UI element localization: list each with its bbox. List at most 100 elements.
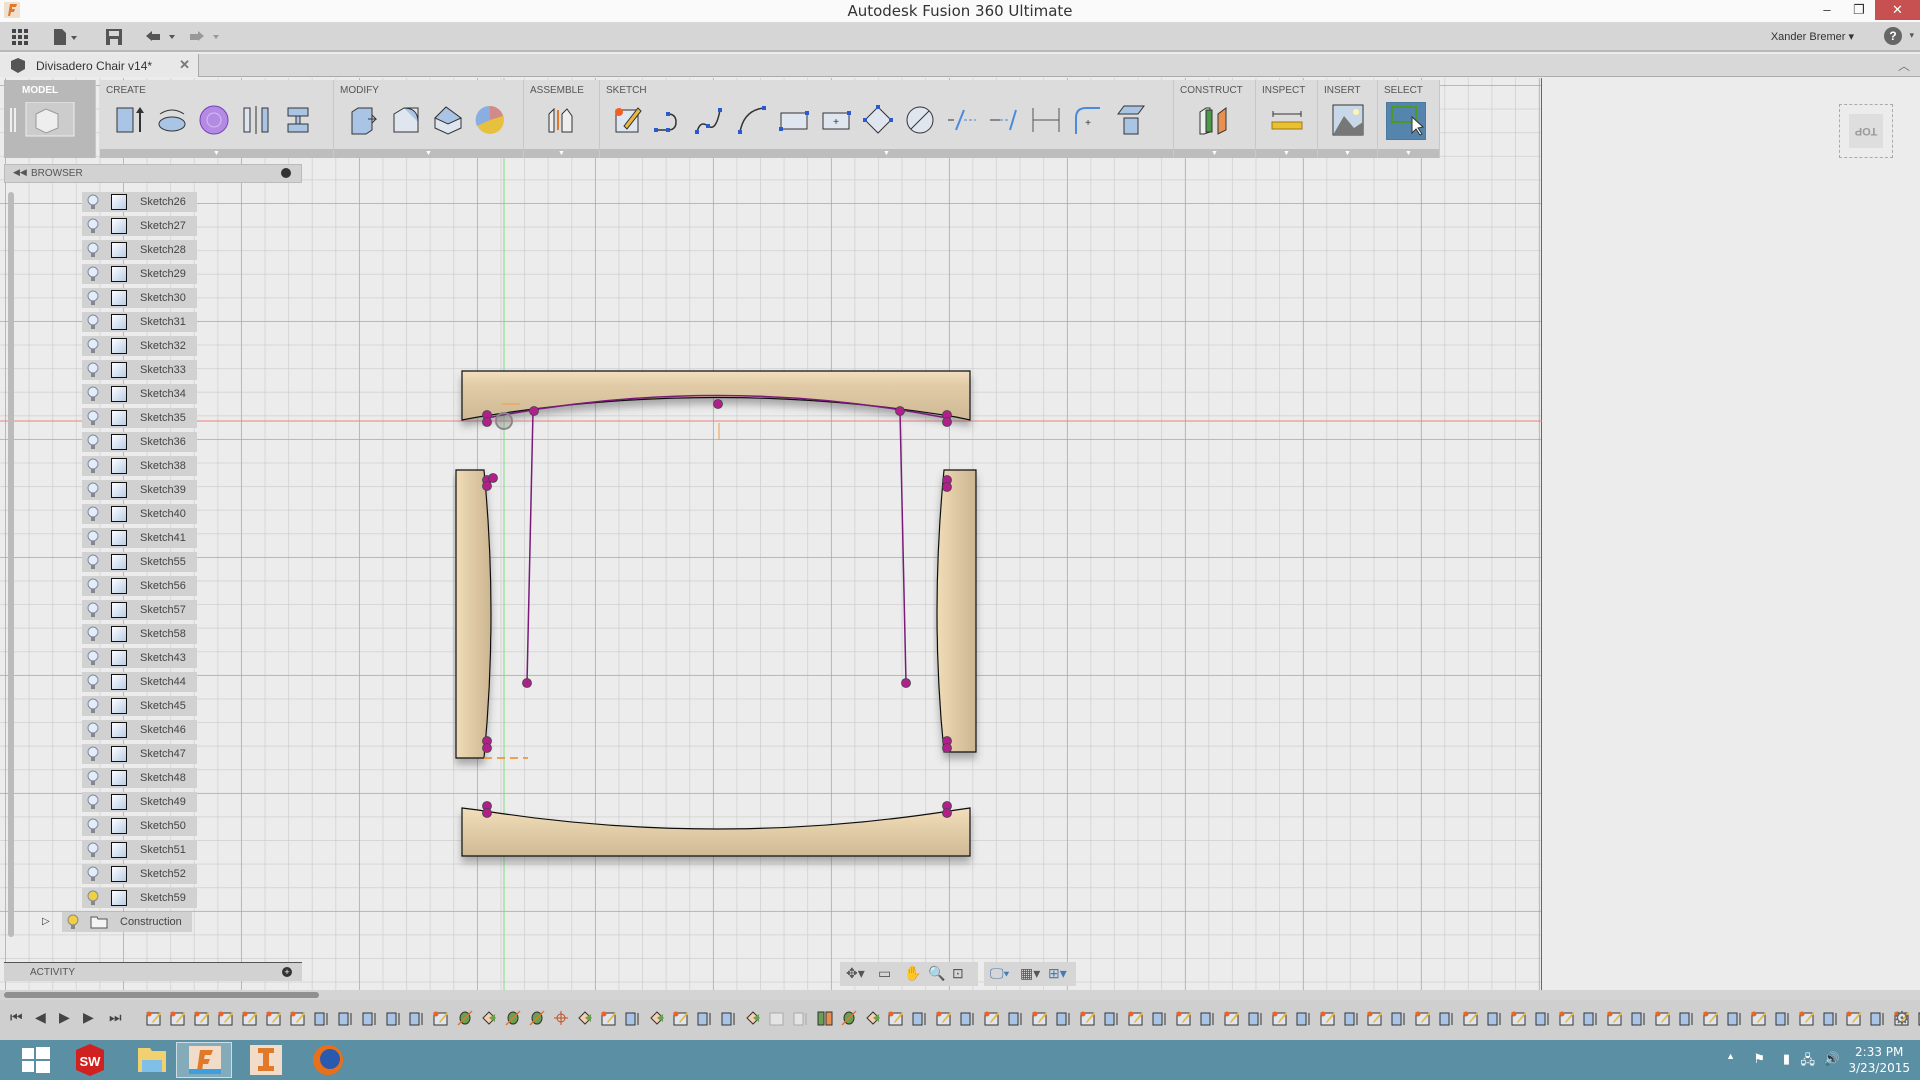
browser-item-sketch[interactable]: Sketch36 [82,432,197,452]
visibility-bulb-icon[interactable] [87,602,99,618]
browser-item-sketch[interactable]: Sketch39 [82,480,197,500]
sketch-point[interactable] [482,808,492,818]
user-account-menu[interactable]: Xander Bremer ▾ [1771,30,1854,43]
action-center-flag-icon[interactable]: ⚑ [1753,1051,1765,1067]
timeline-sketch-icon[interactable] [146,1010,162,1026]
inspect-dropdown[interactable]: ▼ [1256,149,1317,158]
sketch-point[interactable] [713,399,723,409]
timeline-plane-at-angle-icon[interactable] [577,1010,593,1026]
timeline-sketch-icon[interactable] [1176,1010,1192,1026]
browser-item-sketch[interactable]: Sketch57 [82,600,197,620]
visibility-bulb-icon[interactable] [87,770,99,786]
joint-icon[interactable] [544,104,576,136]
construct-dropdown[interactable]: ▼ [1174,149,1255,158]
timeline-sketch-icon[interactable] [1415,1010,1431,1026]
visibility-bulb-icon[interactable] [87,722,99,738]
timeline-sketch-icon[interactable] [433,1010,449,1026]
fusion-360-taskbar-button[interactable] [176,1042,232,1078]
show-hidden-icons-caret[interactable]: ▲ [1726,1051,1735,1061]
browser-item-sketch[interactable]: Sketch59 [82,888,197,908]
sketch-point[interactable] [488,473,498,483]
browser-item-sketch[interactable]: Sketch32 [82,336,197,356]
browser-item-sketch[interactable]: Sketch41 [82,528,197,548]
timeline-sketch-icon[interactable] [1799,1010,1815,1026]
fillet-sketch-icon[interactable]: + [1072,104,1104,136]
timeline-sketch-icon[interactable] [601,1010,617,1026]
visibility-bulb-icon[interactable] [87,266,99,282]
visibility-bulb-icon[interactable] [87,434,99,450]
browser-item-sketch[interactable]: Sketch50 [82,816,197,836]
center-rectangle-icon[interactable]: + [820,104,852,136]
mirror-icon[interactable] [240,104,272,136]
modify-dropdown[interactable]: ▼ [334,149,523,158]
data-panel-grid-icon[interactable] [12,29,28,45]
timeline-sketch-icon[interactable] [984,1010,1000,1026]
timeline-extrude-icon[interactable] [1200,1010,1216,1026]
browser-item-sketch[interactable]: Sketch34 [82,384,197,404]
timeline-sketch-icon[interactable] [1272,1010,1288,1026]
firefox-icon[interactable] [300,1042,356,1078]
timeline-sketch-icon[interactable] [1559,1010,1575,1026]
sketch-point[interactable] [529,406,539,416]
visibility-bulb-icon[interactable] [87,338,99,354]
play-icon[interactable]: ▶ [83,1009,94,1026]
sketch-point[interactable] [522,678,532,688]
viewports-icon[interactable]: ⊞▾ [1048,965,1067,982]
assemble-dropdown[interactable]: ▼ [524,149,599,158]
go-to-end-icon[interactable]: ⏭ [109,1009,122,1026]
fit-icon[interactable]: ⊡ [952,965,964,982]
sketch-point[interactable] [482,743,492,753]
undo-icon[interactable] [146,30,178,44]
spline-icon[interactable] [694,104,726,136]
insert-image-icon[interactable] [1332,104,1364,136]
expand-activity-icon[interactable]: + [282,967,292,977]
visibility-bulb-icon[interactable] [87,746,99,762]
timeline-sketch-icon[interactable] [1607,1010,1623,1026]
network-icon[interactable]: 🖧 [1801,1051,1816,1073]
timeline-extrude-icon[interactable] [1823,1010,1839,1026]
visibility-bulb-icon[interactable] [87,482,99,498]
dimension-icon[interactable] [1030,104,1062,136]
zoom-icon[interactable]: 🔍 [928,965,945,982]
timeline-sketch-icon[interactable] [1655,1010,1671,1026]
pattern-icon[interactable] [282,104,314,136]
redo-icon[interactable] [190,30,222,44]
browser-item-sketch[interactable]: Sketch51 [82,840,197,860]
timeline-axis-icon[interactable] [505,1010,521,1026]
sketch-line-right[interactable] [899,410,907,684]
viewport-canvas[interactable] [0,78,1542,990]
timeline-extrude-icon[interactable] [1487,1010,1503,1026]
timeline-extrude-icon[interactable] [1727,1010,1743,1026]
timeline-extrude-icon[interactable] [1248,1010,1264,1026]
timeline-extrude-icon[interactable] [386,1010,402,1026]
timeline-sketch-icon[interactable] [888,1010,904,1026]
visibility-bulb-icon[interactable] [87,506,99,522]
timeline-extrude-icon[interactable] [1344,1010,1360,1026]
viewcube-face-top[interactable]: TOP [1849,114,1883,148]
horizontal-scrollbar[interactable] [0,990,1920,1000]
windows-start-icon[interactable] [8,1042,64,1078]
timeline-sketch-icon[interactable] [266,1010,282,1026]
go-to-start-icon[interactable]: ⏮ [10,1009,23,1026]
polygon-icon[interactable] [862,104,894,136]
restore-button[interactable]: ❐ [1843,0,1875,20]
scroll-thumb[interactable] [4,992,319,998]
timeline-sketch-icon[interactable] [1703,1010,1719,1026]
fillet-icon[interactable] [390,104,422,136]
browser-item-sketch[interactable]: Sketch26 [82,192,197,212]
trim-icon[interactable] [946,104,978,136]
sketch-point[interactable] [942,417,952,427]
visibility-bulb-icon[interactable] [87,242,99,258]
look-at-icon[interactable]: ▭ [878,965,891,982]
workspace-switcher[interactable]: MODEL [4,80,96,158]
create-sketch-icon[interactable] [612,104,644,136]
visibility-bulb-icon[interactable] [87,842,99,858]
browser-item-sketch[interactable]: Sketch30 [82,288,197,308]
browser-folder-construction[interactable]: Construction [62,912,192,932]
offset-plane-icon[interactable] [1198,104,1230,136]
measure-icon[interactable] [1271,104,1303,136]
timeline-point-icon[interactable] [553,1010,569,1026]
timeline-sketch-icon[interactable] [1032,1010,1048,1026]
visibility-bulb-icon[interactable] [87,458,99,474]
timeline-sketch-icon[interactable] [218,1010,234,1026]
